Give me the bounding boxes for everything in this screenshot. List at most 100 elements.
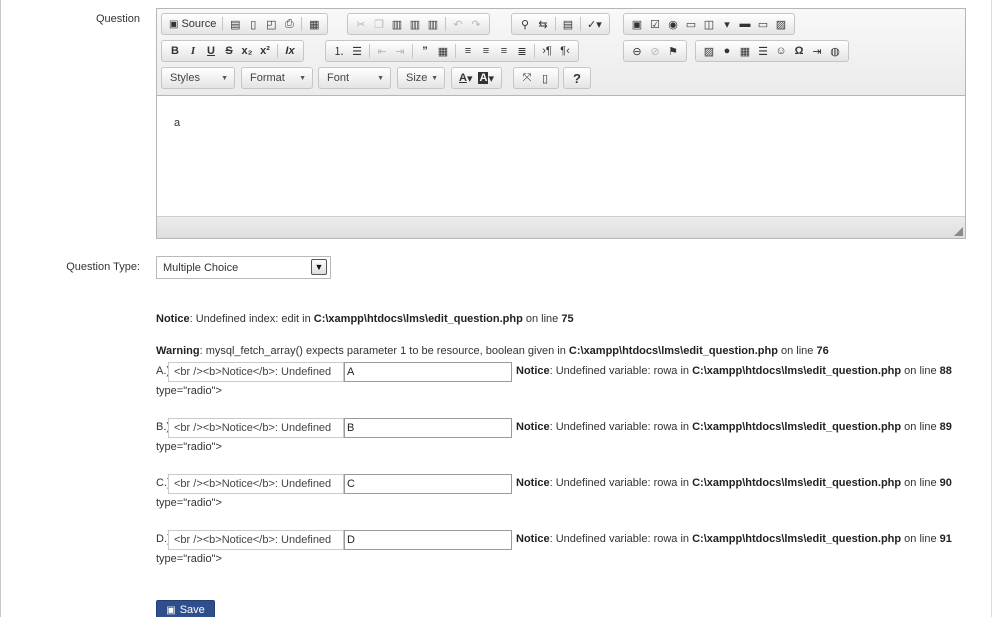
- iframe-icon[interactable]: ◍: [826, 42, 844, 60]
- align-left-icon[interactable]: ≡: [459, 42, 477, 60]
- hidden-field-icon[interactable]: ▨: [772, 15, 790, 33]
- notice-prefix: Notice: [516, 365, 550, 377]
- option-text-input[interactable]: A: [344, 362, 512, 382]
- outdent-icon[interactable]: ⇤: [373, 42, 391, 60]
- remove-format-icon[interactable]: Ix: [281, 42, 299, 60]
- button-icon[interactable]: ▬: [736, 15, 754, 33]
- option-radio-field[interactable]: <br /><b>Notice</b>: Undefined: [168, 418, 344, 438]
- cut-icon[interactable]: ✂: [352, 15, 370, 33]
- notice-path: C:\xampp\htdocs\lms\edit_question.php: [692, 421, 902, 433]
- form-icon[interactable]: ▣: [628, 15, 646, 33]
- warning-line-number: 76: [816, 345, 829, 357]
- help-button[interactable]: ?: [568, 69, 586, 87]
- align-center-icon[interactable]: ≡: [477, 42, 495, 60]
- horizontal-rule-icon[interactable]: ☰: [754, 42, 772, 60]
- subscript-icon[interactable]: x₂: [238, 42, 256, 60]
- textfield-icon[interactable]: ▭: [682, 15, 700, 33]
- undo-icon[interactable]: ↶: [449, 15, 467, 33]
- table-icon[interactable]: ▦: [736, 42, 754, 60]
- textarea-icon[interactable]: ◫: [700, 15, 718, 33]
- special-char-icon[interactable]: Ω: [790, 42, 808, 60]
- image-button-icon[interactable]: ▭: [754, 15, 772, 33]
- numbered-list-icon[interactable]: ⒈: [330, 42, 348, 60]
- image-icon[interactable]: ▨: [700, 42, 718, 60]
- format-dropdown[interactable]: Format ▼: [241, 67, 313, 89]
- option-text-input[interactable]: C: [344, 474, 512, 494]
- option-radio-field[interactable]: <br /><b>Notice</b>: Undefined: [168, 474, 344, 494]
- toolbar-separator: [301, 17, 303, 31]
- smiley-icon[interactable]: ☺: [772, 42, 790, 60]
- option-row-b: B.) <br /><b>Notice</b>: Undefined B Not…: [156, 418, 956, 438]
- div-container-icon[interactable]: ▦: [434, 42, 452, 60]
- maximize-icon[interactable]: ⤧: [518, 69, 536, 87]
- styles-dropdown[interactable]: Styles ▼: [161, 67, 235, 89]
- save-button[interactable]: ▣ Save: [156, 600, 215, 617]
- notice-text: : Undefined variable: rowa in: [549, 533, 693, 545]
- question-type-select[interactable]: Multiple Choice ▼: [156, 256, 331, 279]
- bulleted-list-icon[interactable]: ☰: [348, 42, 366, 60]
- indent-icon[interactable]: ⇥: [391, 42, 409, 60]
- forms-toolbar-group: ▣ ☑ ◉ ▭ ◫ ▾ ▬ ▭ ▨: [623, 13, 795, 35]
- basic-styles-toolbar-group: B I U S x₂ x² Ix: [161, 40, 304, 62]
- select-icon[interactable]: ▾: [718, 15, 736, 33]
- chevron-down-icon: ▼: [311, 259, 327, 275]
- new-page-icon[interactable]: ▯: [244, 15, 262, 33]
- show-blocks-icon[interactable]: ▯: [536, 69, 554, 87]
- option-text-input[interactable]: D: [344, 530, 512, 550]
- warning-path: C:\xampp\htdocs\lms\edit_question.php: [568, 345, 778, 357]
- page-break-icon[interactable]: ⇥: [808, 42, 826, 60]
- option-radio-field[interactable]: <br /><b>Notice</b>: Undefined: [168, 362, 344, 382]
- option-type-text: type="radio">: [156, 441, 222, 453]
- blockquote-icon[interactable]: ”: [416, 42, 434, 60]
- source-button[interactable]: ▣ Source: [166, 15, 219, 33]
- toolbar-separator: [412, 44, 413, 58]
- paste-text-icon[interactable]: ▥: [406, 15, 424, 33]
- preview-icon[interactable]: ◰: [262, 15, 280, 33]
- notice-prefix: Notice: [516, 421, 550, 433]
- checkbox-icon[interactable]: ☑: [646, 15, 664, 33]
- notice-prefix: Notice: [516, 533, 550, 545]
- editor-content-area[interactable]: a: [157, 96, 965, 216]
- option-radio-field[interactable]: <br /><b>Notice</b>: Undefined: [168, 530, 344, 550]
- link-icon[interactable]: ⊖: [628, 42, 646, 60]
- notice-line-text: on line: [901, 365, 940, 377]
- anchor-icon[interactable]: ⚑: [664, 42, 682, 60]
- toolbar-separator: [277, 44, 278, 58]
- copy-icon[interactable]: ❐: [370, 15, 388, 33]
- underline-icon[interactable]: U: [202, 42, 220, 60]
- notice-line-text: on line: [522, 313, 562, 325]
- text-color-icon[interactable]: A ▾: [456, 69, 475, 87]
- save-doc-icon[interactable]: ▤: [226, 15, 244, 33]
- font-dropdown[interactable]: Font ▼: [318, 67, 391, 89]
- notice-path: C:\xampp\htdocs\lms\edit_question.php: [692, 365, 902, 377]
- ltr-icon[interactable]: ›¶: [538, 42, 556, 60]
- flash-icon[interactable]: ●: [718, 42, 736, 60]
- spellcheck-icon[interactable]: ✓▾: [584, 15, 605, 33]
- document-toolbar-group: ▣ Source ▤ ▯ ◰ ⎙ ▦: [161, 13, 329, 35]
- toolbar-separator: [555, 17, 556, 31]
- resize-grip-icon[interactable]: [954, 227, 963, 236]
- size-dropdown[interactable]: Size ▼: [397, 67, 445, 89]
- radio-icon[interactable]: ◉: [664, 15, 682, 33]
- templates-icon[interactable]: ▦: [305, 15, 323, 33]
- chevron-down-icon: ▼: [377, 74, 384, 82]
- paste-icon[interactable]: ▥: [388, 15, 406, 33]
- option-text-input[interactable]: B: [344, 418, 512, 438]
- links-toolbar-group: ⊖ ⊘ ⚑: [623, 40, 687, 62]
- italic-icon[interactable]: I: [184, 42, 202, 60]
- print-icon[interactable]: ⎙: [280, 15, 298, 33]
- strike-icon[interactable]: S: [220, 42, 238, 60]
- redo-icon[interactable]: ↷: [467, 15, 485, 33]
- replace-icon[interactable]: ⇆: [534, 15, 552, 33]
- select-all-icon[interactable]: ▤: [559, 15, 577, 33]
- unlink-icon[interactable]: ⊘: [646, 42, 664, 60]
- superscript-icon[interactable]: x²: [256, 42, 274, 60]
- background-color-icon[interactable]: A ▾: [475, 69, 496, 87]
- find-icon[interactable]: ⚲: [516, 15, 534, 33]
- toolbar-separator: [445, 17, 446, 31]
- bold-icon[interactable]: B: [166, 42, 184, 60]
- justify-icon[interactable]: ≣: [513, 42, 531, 60]
- align-right-icon[interactable]: ≡: [495, 42, 513, 60]
- rtl-icon[interactable]: ¶‹: [556, 42, 574, 60]
- paste-word-icon[interactable]: ▥: [424, 15, 442, 33]
